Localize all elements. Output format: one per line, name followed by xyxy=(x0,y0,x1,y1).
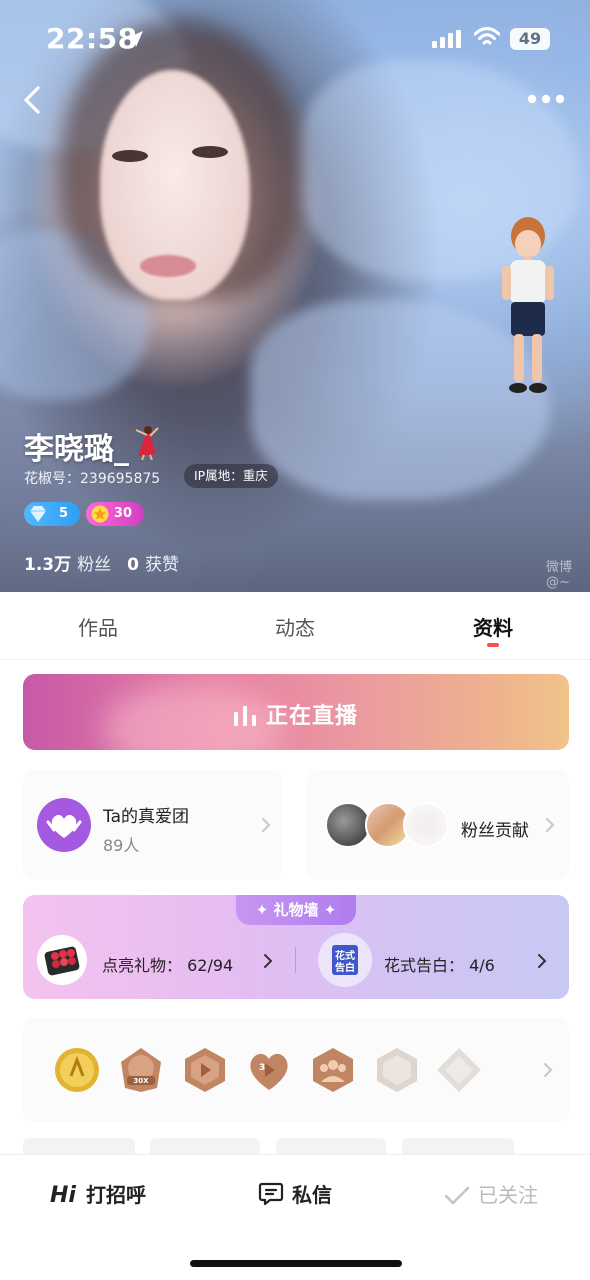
bronze-group-hexagon-icon[interactable] xyxy=(309,1046,357,1094)
location-arrow-icon xyxy=(127,31,143,47)
likes-label: 获赞 xyxy=(144,555,179,575)
profile-header-photo: 22:58 49 李晓璐_ 花椒号：239695875 IP属地：重庆 5 30… xyxy=(0,0,590,592)
live-banner-label: 正在直播 xyxy=(265,704,358,729)
followed-button[interactable]: 已关注 xyxy=(444,1179,538,1208)
wifi-icon xyxy=(474,27,500,45)
cellular-signal-icon xyxy=(432,30,461,48)
battery-indicator: 49 xyxy=(510,28,550,50)
silver-diamond-icon[interactable] xyxy=(435,1046,483,1094)
status-bar: 22:58 49 xyxy=(0,0,590,80)
status-time: 22:58 xyxy=(46,22,138,55)
confession-icon-text-1: 花式 xyxy=(335,949,355,962)
weibo-watermark: 微博@~ xyxy=(546,560,573,590)
portrait-eye xyxy=(112,150,148,162)
more-options-icon[interactable] xyxy=(526,92,566,106)
confession-icon: 花式 告白 xyxy=(318,933,372,987)
lit-gifts-icon xyxy=(37,935,87,985)
gift-wall-title: ✦ 礼物墙 ✦ xyxy=(236,895,356,925)
likes-count: 0 xyxy=(127,555,139,575)
medal-30x-text: 30X xyxy=(133,1077,149,1085)
bronze-30x-medal-icon[interactable]: 30X xyxy=(117,1046,165,1094)
tab-moments[interactable]: 动态 xyxy=(235,612,355,641)
diamond-icon xyxy=(30,506,46,522)
fan-contribution-card[interactable]: 粉丝贡献 xyxy=(307,770,569,880)
hi-icon: Hi xyxy=(50,1183,76,1208)
profile-name: 李晓璐_ xyxy=(24,432,129,467)
tab-works[interactable]: 作品 xyxy=(38,612,158,641)
contributor-avatar-3 xyxy=(403,802,449,848)
confession-icon-text-2: 告白 xyxy=(335,961,355,974)
fan-club-title: Ta的真爱团 xyxy=(103,807,189,827)
active-tab-indicator xyxy=(487,643,499,647)
dancer-emoji-icon xyxy=(135,426,159,460)
heart-hands-icon xyxy=(46,814,82,838)
live-banner-label-row: 正在直播 xyxy=(23,698,569,730)
profile-stats: 1.3万 粉丝 0 获赞 xyxy=(24,550,195,575)
gold-medal-icon[interactable] xyxy=(53,1046,101,1094)
fan-contribution-title: 粉丝贡献 xyxy=(461,821,529,841)
lit-gifts-progress[interactable]: 点亮礼物： 62/94 xyxy=(102,952,233,976)
greet-button[interactable]: Hi 打招呼 xyxy=(50,1179,146,1208)
private-message-button[interactable]: 私信 xyxy=(258,1179,332,1208)
gift-wall-divider xyxy=(295,947,296,973)
diamond-level-value: 5 xyxy=(58,506,68,521)
bronze-heart-3-icon[interactable]: 3 xyxy=(245,1046,293,1094)
home-indicator[interactable] xyxy=(190,1260,402,1267)
chevron-right-icon[interactable] xyxy=(543,1062,553,1078)
medals-card[interactable]: 30X 3 xyxy=(23,1018,569,1122)
chevron-right-icon[interactable] xyxy=(263,953,273,969)
star-level-value: 30 xyxy=(113,506,132,521)
live-now-banner[interactable]: 正在直播 xyxy=(23,674,569,750)
greet-label: 打招呼 xyxy=(85,1183,146,1207)
private-message-label: 私信 xyxy=(292,1183,332,1207)
fans-label[interactable]: 粉丝 xyxy=(77,555,111,575)
diamond-level-badge[interactable]: 5 xyxy=(24,502,80,526)
ip-location-badge: IP属地：重庆 xyxy=(184,464,278,488)
chevron-right-icon xyxy=(262,818,271,832)
live-bars-icon xyxy=(233,706,256,726)
back-arrow-icon[interactable] xyxy=(18,84,46,116)
fans-count[interactable]: 1.3万 xyxy=(24,555,71,575)
bronze-play-hexagon-icon[interactable] xyxy=(181,1046,229,1094)
fan-club-card[interactable]: Ta的真爱团 89人 xyxy=(23,770,283,880)
checkmark-icon xyxy=(444,1186,470,1205)
star-level-badge[interactable]: 30 xyxy=(86,502,144,526)
bottom-action-bar: Hi 打招呼 私信 已关注 xyxy=(0,1154,590,1280)
gift-wall-card: ✦ 礼物墙 ✦ 点亮礼物： 62/94 花式 告白 花式告白： 4/6 xyxy=(23,895,569,999)
user-id-label: 花椒号：239695875 xyxy=(24,471,161,487)
fan-club-count: 89人 xyxy=(103,836,140,855)
portrait-lips xyxy=(140,255,196,277)
tab-profile-info[interactable]: 资料 xyxy=(433,612,553,641)
profile-tabs: 作品 动态 资料 xyxy=(0,592,590,660)
fan-club-icon xyxy=(37,798,91,852)
confession-progress[interactable]: 花式告白： 4/6 xyxy=(384,952,495,976)
star-medal-icon xyxy=(91,505,109,523)
message-bubble-icon xyxy=(258,1182,284,1206)
followed-label: 已关注 xyxy=(478,1183,538,1207)
chevron-right-icon[interactable] xyxy=(537,953,547,969)
silver-hexagon-icon[interactable] xyxy=(373,1046,421,1094)
portrait-eye xyxy=(192,146,228,158)
medal-3-text: 3 xyxy=(259,1063,265,1073)
3d-avatar-figure[interactable] xyxy=(496,210,560,402)
confession-badge-icon: 花式 告白 xyxy=(332,945,358,975)
chevron-right-icon xyxy=(546,818,555,832)
roses-box-icon xyxy=(44,946,80,976)
